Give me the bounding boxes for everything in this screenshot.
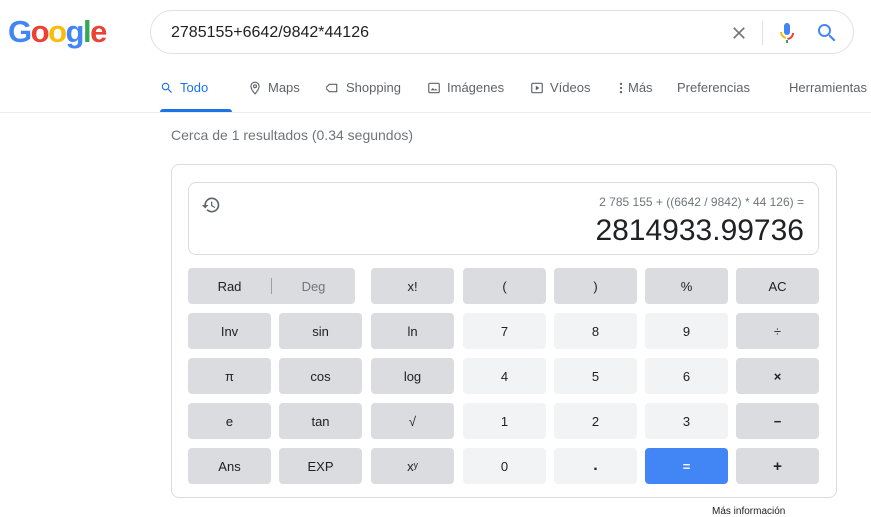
multiply-button[interactable]: ×: [736, 358, 819, 394]
calculator-result: 2814933.99736: [595, 214, 804, 247]
search-box: [150, 10, 854, 54]
tab-imagenes[interactable]: Imágenes: [427, 80, 504, 112]
calculator-display: 2 785 155 + ((6642 / 9842) * 44 126) = 2…: [188, 182, 819, 255]
tabs-divider: [0, 112, 871, 113]
image-icon: [428, 82, 440, 94]
history-icon[interactable]: [201, 195, 221, 215]
map-pin-icon: [250, 81, 260, 95]
log-button[interactable]: log: [371, 358, 454, 394]
digit-1-button[interactable]: 1: [463, 403, 546, 439]
rad-option[interactable]: Rad: [188, 279, 271, 294]
tab-label: Shopping: [346, 80, 401, 95]
plus-button[interactable]: +: [736, 448, 819, 484]
tan-button[interactable]: tan: [279, 403, 362, 439]
pi-button[interactable]: π: [188, 358, 271, 394]
rad-deg-toggle[interactable]: Rad Deg: [188, 268, 355, 304]
percent-button[interactable]: %: [645, 268, 728, 304]
deg-option[interactable]: Deg: [272, 279, 355, 294]
tab-mas[interactable]: Más: [618, 80, 653, 112]
power-button[interactable]: xʸ: [371, 448, 454, 484]
minus-button[interactable]: −: [736, 403, 819, 439]
result-stats: Cerca de 1 resultados (0.34 segundos): [171, 127, 414, 143]
digit-7-button[interactable]: 7: [463, 313, 546, 349]
more-vert-icon: [619, 82, 623, 94]
tab-todo[interactable]: Todo: [160, 80, 232, 112]
calculator-expression: 2 785 155 + ((6642 / 9842) * 44 126) =: [599, 195, 804, 209]
tab-label: Todo: [180, 80, 209, 95]
search-icon: [161, 82, 172, 93]
tab-label: Vídeos: [550, 80, 591, 95]
decimal-point-button[interactable]: .: [554, 448, 637, 484]
digit-3-button[interactable]: 3: [645, 403, 728, 439]
factorial-button[interactable]: x!: [371, 268, 454, 304]
euler-button[interactable]: e: [188, 403, 271, 439]
close-paren-button[interactable]: ): [554, 268, 637, 304]
more-info-link[interactable]: Más información: [712, 506, 785, 517]
close-icon[interactable]: [729, 23, 749, 43]
all-clear-button[interactable]: AC: [736, 268, 819, 304]
logo-letter: l: [82, 14, 92, 49]
tab-label: Preferencias: [677, 80, 750, 95]
answer-button[interactable]: Ans: [188, 448, 271, 484]
tab-label: Imágenes: [447, 80, 505, 95]
mic-icon[interactable]: [775, 21, 799, 45]
tab-label: Maps: [268, 80, 300, 95]
digit-8-button[interactable]: 8: [554, 313, 637, 349]
tab-shopping[interactable]: Shopping: [326, 80, 401, 112]
tab-label: Herramientas: [789, 80, 868, 95]
logo-letter: o: [30, 14, 50, 49]
digit-6-button[interactable]: 6: [645, 358, 728, 394]
digit-9-button[interactable]: 9: [645, 313, 728, 349]
logo-letter: g: [65, 14, 85, 49]
video-icon: [531, 82, 543, 94]
divide-button[interactable]: ÷: [736, 313, 819, 349]
inverse-button[interactable]: Inv: [188, 313, 271, 349]
digit-0-button[interactable]: 0: [463, 448, 546, 484]
digit-2-button[interactable]: 2: [554, 403, 637, 439]
logo-letter: G: [8, 14, 32, 49]
ln-button[interactable]: ln: [371, 313, 454, 349]
tab-label: Más: [628, 80, 653, 95]
search-input[interactable]: [171, 22, 691, 44]
logo-letter: e: [90, 14, 107, 49]
google-logo[interactable]: Google: [8, 14, 107, 50]
exp-button[interactable]: EXP: [279, 448, 362, 484]
tab-maps[interactable]: Maps: [248, 80, 300, 112]
search-icon[interactable]: [815, 21, 839, 45]
tab-preferencias[interactable]: Preferencias: [677, 80, 750, 112]
equals-button[interactable]: =: [645, 448, 728, 484]
tag-icon: [326, 83, 338, 93]
calculator-card: 2 785 155 + ((6642 / 9842) * 44 126) = 2…: [171, 164, 837, 498]
logo-letter: o: [48, 14, 67, 49]
tab-videos[interactable]: Vídeos: [530, 80, 590, 112]
tab-herramientas[interactable]: Herramientas: [789, 80, 867, 112]
cos-button[interactable]: cos: [279, 358, 362, 394]
sin-button[interactable]: sin: [279, 313, 362, 349]
open-paren-button[interactable]: (: [463, 268, 546, 304]
search-divider: [762, 21, 763, 45]
sqrt-button[interactable]: √: [371, 403, 454, 439]
digit-5-button[interactable]: 5: [554, 358, 637, 394]
digit-4-button[interactable]: 4: [463, 358, 546, 394]
